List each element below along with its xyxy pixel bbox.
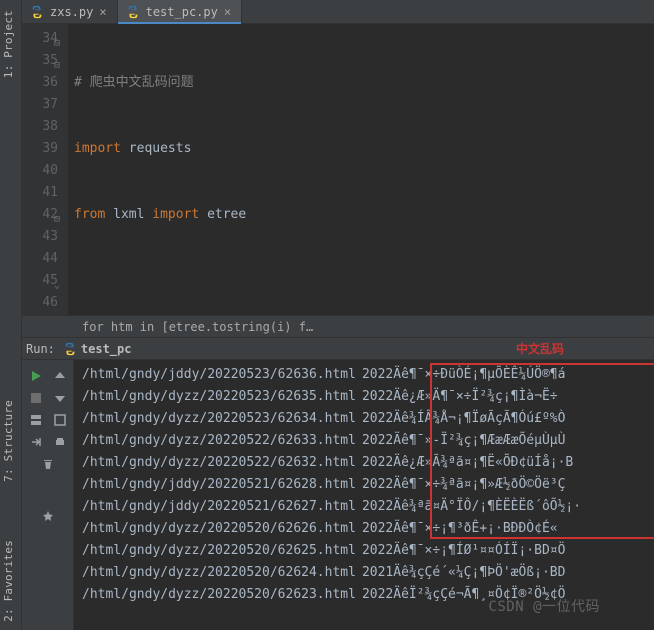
print-icon[interactable]	[50, 432, 70, 452]
output-garbled: 2022Äê¶¯»-Ï²¾ç¡¶ÆæÆæÕéµÙµÙ	[356, 430, 566, 452]
output-garbled: 2022Äê¶¯×÷¡¶³ðÊ+¡·BÐÐÒ¢É«	[356, 518, 558, 540]
python-icon	[63, 342, 77, 356]
output-path: /html/gndy/dyzz/20220520/62626.html	[82, 518, 356, 540]
line-number: 36	[28, 72, 58, 94]
line-number: 42⊟	[28, 204, 58, 226]
output-path: /html/gndy/jddy/20220521/62627.html	[82, 496, 356, 518]
output-garbled: 2022Äê¾ÍÂ¾Å¬¡¶ÏøÃçÃ¶Óú£º%Ò	[356, 408, 566, 430]
rerun-icon[interactable]	[26, 366, 46, 386]
output-path: /html/gndy/dyzz/20220520/62624.html	[82, 562, 356, 584]
line-number: 35⊟	[28, 50, 58, 72]
console-row: /html/gndy/dyzz/20220520/62626.html2022Ä…	[82, 518, 654, 540]
output-garbled: 2022Äê¾ªã¤Ä°ÏÔ/¡¶ÈËÈËß´ôÕ½¡·	[356, 496, 581, 518]
console-row: /html/gndy/dyzz/20220522/62632.html2022Ä…	[82, 452, 654, 474]
line-number: 40	[28, 160, 58, 182]
output-path: /html/gndy/jddy/20220521/62628.html	[82, 474, 356, 496]
console-output[interactable]: /html/gndy/jddy/20220523/62636.html2022Ä…	[74, 360, 654, 630]
console-row: /html/gndy/dyzz/20220523/62635.html2022Ä…	[82, 386, 654, 408]
line-number: 37	[28, 94, 58, 116]
tab-test-pc[interactable]: test_pc.py ×	[118, 0, 242, 23]
trash-icon[interactable]	[38, 454, 58, 474]
exit-icon[interactable]	[26, 432, 46, 452]
tab-label: test_pc.py	[146, 5, 218, 19]
tab-zxs[interactable]: zxs.py ×	[22, 0, 118, 23]
line-number: 44	[28, 248, 58, 270]
run-tool-header: Run: test_pc 中文乱码	[22, 338, 654, 360]
scroll-down-icon[interactable]	[50, 388, 70, 408]
stop-icon[interactable]	[26, 388, 46, 408]
run-panel: /html/gndy/jddy/20220523/62636.html2022Ä…	[22, 360, 654, 630]
breadcrumb: for htm in [etree.tostring(i) f…	[22, 316, 654, 338]
console-row: /html/gndy/jddy/20220523/62636.html2022Ä…	[82, 364, 654, 386]
output-garbled: 2022Äê¿Æ»Ä¶¯×÷Ï²¾ç¡¶Ìà¬Ë÷	[356, 386, 558, 408]
scroll-up-icon[interactable]	[50, 366, 70, 386]
output-garbled: 2022Äê¶¯×÷ÐüÒÉ¡¶µÕÈÊ¼ÚÖ®¶á	[356, 364, 566, 386]
line-number: 41	[28, 182, 58, 204]
run-toolbar	[22, 360, 74, 630]
line-number: 34⊟	[28, 28, 58, 50]
garbled-annotation: 中文乱码	[516, 340, 564, 357]
output-path: /html/gndy/dyzz/20220520/62625.html	[82, 540, 356, 562]
side-tab-project[interactable]: 1: Project	[2, 10, 15, 78]
line-number: 43	[28, 226, 58, 248]
console-row: /html/gndy/dyzz/20220522/62633.html2022Ä…	[82, 430, 654, 452]
output-path: /html/gndy/dyzz/20220522/62633.html	[82, 430, 356, 452]
output-garbled: 2022Äê¶¯×÷¾ªã¤¡¶»Æ½ðÖ©Öë³Ç	[356, 474, 566, 496]
code-editor[interactable]: 34⊟35⊟36373839404142⊟434445⌄46 # 爬虫中文乱码问…	[22, 24, 654, 316]
line-number: 46	[28, 292, 58, 314]
side-tab-structure[interactable]: 7: Structure	[2, 400, 15, 482]
output-garbled: 2022Äê¶¯×÷¡¶ÍØ¹¤¤ÓÍÏ¡·BD¤Ö	[356, 540, 566, 562]
output-path: /html/gndy/jddy/20220523/62636.html	[82, 364, 356, 386]
code-area[interactable]: # 爬虫中文乱码问题 import requests from lxml imp…	[68, 24, 528, 315]
run-config[interactable]: test_pc	[63, 342, 132, 356]
side-tab-favorites[interactable]: 2: Favorites	[2, 540, 15, 622]
console-row: /html/gndy/jddy/20220521/62627.html2022Ä…	[82, 496, 654, 518]
output-path: /html/gndy/dyzz/20220520/62623.html	[82, 584, 356, 606]
run-label: Run:	[26, 342, 55, 356]
line-number: 38	[28, 116, 58, 138]
close-icon[interactable]: ×	[99, 6, 106, 18]
console-row: /html/gndy/jddy/20220521/62628.html2022Ä…	[82, 474, 654, 496]
output-garbled: 2022Äê¿Æ»Ã¾ªã¤¡¶Ë«ÕÐ¢üÍå¡·B	[356, 452, 573, 474]
console-row: /html/gndy/dyzz/20220520/62624.html2021Ä…	[82, 562, 654, 584]
soft-wrap-icon[interactable]	[50, 410, 70, 430]
line-gutter: 34⊟35⊟36373839404142⊟434445⌄46	[22, 24, 68, 315]
python-icon	[30, 5, 44, 19]
favorite-icon[interactable]	[38, 506, 58, 526]
output-path: /html/gndy/dyzz/20220523/62635.html	[82, 386, 356, 408]
watermark: CSDN @一位代码	[488, 596, 600, 616]
python-icon	[126, 5, 140, 19]
output-garbled: 2021Äê¾çÇé´«¼Ç¡¶ÞÖ'æÖß¡·BD	[356, 562, 566, 584]
layout-icon[interactable]	[26, 410, 46, 430]
close-icon[interactable]: ×	[224, 6, 231, 18]
output-path: /html/gndy/dyzz/20220523/62634.html	[82, 408, 356, 430]
line-number: 45⌄	[28, 270, 58, 292]
tab-label: zxs.py	[50, 5, 93, 19]
comment-text: 爬虫中文乱码问题	[90, 75, 194, 90]
line-number: 39	[28, 138, 58, 160]
output-path: /html/gndy/dyzz/20220522/62632.html	[82, 452, 356, 474]
console-row: /html/gndy/dyzz/20220520/62625.html2022Ä…	[82, 540, 654, 562]
editor-tabs: zxs.py × test_pc.py ×	[22, 0, 654, 24]
side-rail: 1: Project 7: Structure 2: Favorites	[0, 0, 22, 630]
console-row: /html/gndy/dyzz/20220523/62634.html2022Ä…	[82, 408, 654, 430]
